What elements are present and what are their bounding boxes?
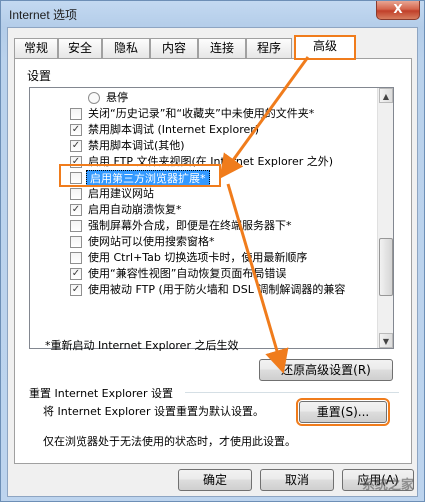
tab-general[interactable]: 常规 — [14, 38, 58, 58]
tab-programs[interactable]: 程序 — [246, 38, 292, 58]
list-item-label: 使用“兼容性视图”自动恢复页面布局错误 — [88, 267, 287, 280]
list-item[interactable]: 启用第三方浏览器扩展* — [30, 170, 379, 186]
checkbox-checked[interactable]: ✓ — [70, 140, 82, 152]
list-item[interactable]: ✓ 禁用脚本调试(其他) — [30, 138, 379, 154]
list-item-label: 使用被动 FTP (用于防火墙和 DSL 调制解调器的兼容 — [88, 283, 346, 296]
checkbox-checked[interactable]: ✓ — [70, 268, 82, 280]
list-item-label: 强制屏幕外合成，即便是在终端服务器下* — [88, 219, 292, 232]
checkbox-unchecked[interactable] — [70, 108, 82, 120]
checkbox-unchecked[interactable] — [70, 172, 82, 184]
title-bar[interactable]: Internet 选项 X — [1, 1, 425, 27]
scroll-thumb[interactable] — [379, 238, 393, 296]
settings-label: 设置 — [27, 69, 52, 83]
close-button[interactable]: X — [376, 1, 420, 20]
radio-button[interactable] — [88, 92, 100, 104]
watermark-logo: 系统之家 — [361, 477, 414, 492]
window-title: Internet 选项 — [9, 8, 78, 22]
checkbox-checked[interactable]: ✓ — [70, 204, 82, 216]
tab-connections[interactable]: 连接 — [198, 38, 246, 58]
list-item[interactable]: 使用 Ctrl+Tab 切换选项卡时，使用最新顺序 — [30, 250, 379, 266]
list-item-label: 悬停 — [106, 91, 128, 104]
checkbox-checked[interactable]: ✓ — [70, 124, 82, 136]
tab-advanced[interactable]: 高级 — [294, 35, 356, 60]
tab-content[interactable]: 内容 — [150, 38, 198, 58]
scroll-down-arrow-icon[interactable]: ▼ — [379, 333, 393, 348]
reset-description: 将 Internet Explorer 设置重置为默认设置。 — [43, 405, 264, 418]
list-item[interactable]: 使网站可以使用搜索窗格* — [30, 234, 379, 250]
restore-advanced-button[interactable]: 还原高级设置(R) — [259, 359, 393, 381]
list-item[interactable]: 启用建议网站 — [30, 186, 379, 202]
list-item[interactable]: 悬停 — [30, 90, 379, 106]
group-divider — [185, 392, 399, 393]
advanced-panel: 设置 悬停 关闭“历史记录”和“收藏夹”中未使用的文件夹* ✓ 禁用脚本调试 (In… — [14, 58, 412, 464]
checkbox-checked[interactable]: ✓ — [70, 156, 82, 168]
list-item-label: 启用 FTP 文件夹视图(在 Internet Explorer 之外) — [88, 155, 334, 168]
scroll-up-arrow-icon[interactable]: ▲ — [379, 88, 393, 103]
list-item[interactable]: 关闭“历史记录”和“收藏夹”中未使用的文件夹* — [30, 106, 379, 122]
tab-security[interactable]: 安全 — [58, 38, 102, 58]
checkbox-checked[interactable]: ✓ — [70, 284, 82, 296]
settings-list[interactable]: 悬停 关闭“历史记录”和“收藏夹”中未使用的文件夹* ✓ 禁用脚本调试 (Inter… — [29, 87, 394, 349]
list-scrollbar[interactable]: ▲ ▼ — [377, 88, 393, 348]
list-item-label: 禁用脚本调试 (Internet Explorer) — [88, 123, 260, 136]
list-item-label: 启用第三方浏览器扩展* — [86, 170, 210, 186]
checkbox-unchecked[interactable] — [70, 252, 82, 264]
list-item-label: 使用 Ctrl+Tab 切换选项卡时，使用最新顺序 — [88, 251, 308, 264]
checkbox-unchecked[interactable] — [70, 188, 82, 200]
list-item[interactable]: ✓ 启用 FTP 文件夹视图(在 Internet Explorer 之外) — [30, 154, 379, 170]
list-item[interactable]: ✓ 禁用脚本调试 (Internet Explorer) — [30, 122, 379, 138]
checkbox-unchecked[interactable] — [70, 220, 82, 232]
cancel-button[interactable]: 取消 — [260, 469, 334, 491]
reset-button[interactable]: 重置(S)... — [296, 398, 390, 426]
dialog-client: 常规 安全 隐私 内容 连接 程序 高级 设置 悬停 关闭“历史记录”和“收藏夹… — [7, 27, 418, 497]
list-item[interactable]: ✓ 使用“兼容性视图”自动恢复页面布局错误 — [30, 266, 379, 282]
list-item-label: 启用建议网站 — [88, 187, 154, 200]
checkbox-unchecked[interactable] — [70, 236, 82, 248]
list-item-label: 启用自动崩溃恢复* — [88, 203, 182, 216]
ok-button[interactable]: 确定 — [178, 469, 252, 491]
reset-group-title: 重置 Internet Explorer 设置 — [29, 387, 173, 400]
list-item[interactable]: ✓ 启用自动崩溃恢复* — [30, 202, 379, 218]
restart-note: *重新启动 Internet Explorer 之后生效 — [45, 339, 239, 352]
list-item-label: 关闭“历史记录”和“收藏夹”中未使用的文件夹* — [88, 107, 315, 120]
reset-warning: 仅在浏览器处于无法使用的状态时，才使用此设置。 — [43, 435, 296, 448]
tab-privacy[interactable]: 隐私 — [102, 38, 150, 58]
internet-options-window: Internet 选项 X 常规 安全 隐私 内容 连接 程序 高级 设置 悬停… — [0, 0, 425, 502]
list-item[interactable]: ✓ 使用被动 FTP (用于防火墙和 DSL 调制解调器的兼容 — [30, 282, 379, 298]
list-item[interactable]: 强制屏幕外合成，即便是在终端服务器下* — [30, 218, 379, 234]
list-item-label: 禁用脚本调试(其他) — [88, 139, 185, 152]
list-item-label: 使网站可以使用搜索窗格* — [88, 235, 215, 248]
